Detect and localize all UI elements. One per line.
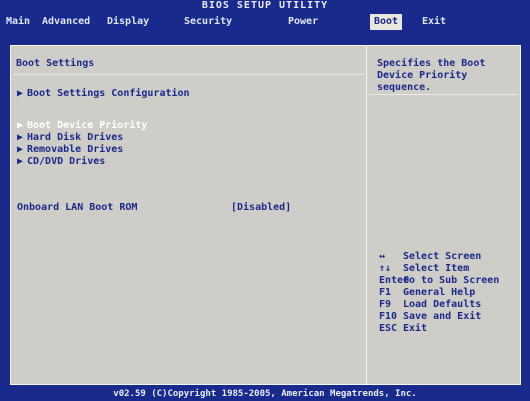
tab-security[interactable]: Security (180, 14, 236, 30)
submenu-arrow-icon: ▶ (17, 88, 24, 99)
help-text: Specifies the Boot Device Priority seque… (377, 58, 486, 93)
tab-advanced[interactable]: Advanced (38, 14, 94, 30)
tab-label: Security (184, 16, 233, 27)
submenu-arrow-icon: ▶ (17, 120, 24, 131)
menu-item-label: Boot Settings Configuration (27, 88, 190, 99)
key-legend-row: F10 Save and Exit (379, 311, 481, 323)
submenu-arrow-icon: ▶ (17, 132, 24, 143)
tab-display[interactable]: Display (103, 14, 153, 30)
key-legend-row: ESC Exit (379, 323, 427, 335)
tab-label: Exit (422, 16, 447, 27)
submenu-arrow-icon: ▶ (17, 156, 24, 167)
key-legend-row: EnterGo to Sub Screen (379, 275, 499, 287)
menu-item-label: Hard Disk Drives (27, 132, 124, 143)
key-f1: F1 (379, 287, 392, 298)
boot-settings-pane: Boot Settings ▶ Boot Settings Configurati… (11, 46, 367, 384)
menu-item-boot-device-priority[interactable]: ▶ Boot Device Priority (17, 120, 147, 131)
menu-item-removable-drives[interactable]: ▶ Removable Drives (17, 144, 123, 155)
onboard-lan-boot-rom-label: Onboard LAN Boot ROM (17, 202, 138, 213)
menu-item-cd-dvd-drives[interactable]: ▶ CD/DVD Drives (17, 156, 105, 167)
key-desc: Select Item (403, 263, 470, 274)
key-desc: Exit (403, 323, 428, 334)
tab-main[interactable]: Main (2, 14, 34, 30)
footer-text: v02.59 (C)Copyright 1985-2005, American … (113, 389, 417, 399)
title-bar: BIOS SETUP UTILITY (0, 0, 530, 12)
help-divider (369, 94, 518, 95)
title-text: BIOS SETUP UTILITY (201, 0, 329, 11)
menu-item-label: CD/DVD Drives (27, 156, 106, 167)
tab-label: Boot (374, 16, 399, 27)
key-legend-row: F9 Load Defaults (379, 299, 481, 311)
key-legend-row: F1 General Help (379, 287, 475, 299)
section-title: Boot Settings (16, 58, 95, 69)
footer-copyright: v02.59 (C)Copyright 1985-2005, American … (0, 388, 530, 401)
key-arrows-ud-icon: ↑↓ (379, 263, 392, 274)
section-divider (13, 74, 365, 75)
key-desc: Load Defaults (403, 299, 482, 310)
onboard-lan-boot-rom-value[interactable]: [Disabled] (231, 202, 291, 213)
bios-panel: Boot Settings ▶ Boot Settings Configurati… (10, 45, 521, 385)
key-desc: General Help (403, 287, 476, 298)
tab-label: Display (107, 16, 150, 27)
key-esc: ESC (379, 323, 398, 334)
menu-item-hard-disk-drives[interactable]: ▶ Hard Disk Drives (17, 132, 123, 143)
help-pane: Specifies the Boot Device Priority seque… (367, 46, 520, 384)
key-desc: Go to Sub Screen (403, 275, 500, 286)
key-desc: Save and Exit (403, 311, 482, 322)
tab-label: Advanced (42, 16, 91, 27)
key-arrows-lr-icon: ↔ (379, 251, 386, 262)
menu-item-boot-settings-configuration[interactable]: ▶ Boot Settings Configuration (17, 88, 190, 99)
key-f9: F9 (379, 299, 392, 310)
key-legend-row: ↑↓ Select Item (379, 263, 469, 275)
key-legend-row: ↔ Select Screen (379, 251, 481, 263)
menu-bar: Main Advanced Display Security Power Boo… (0, 12, 530, 32)
tab-exit[interactable]: Exit (418, 14, 450, 30)
tab-boot[interactable]: Boot (370, 14, 403, 30)
tab-label: Main (6, 16, 31, 27)
tab-power[interactable]: Power (284, 14, 322, 30)
submenu-arrow-icon: ▶ (17, 144, 24, 155)
menu-item-label: Boot Device Priority (27, 120, 148, 131)
menu-item-label: Removable Drives (27, 144, 124, 155)
key-f10: F10 (379, 311, 398, 322)
key-enter: Enter (379, 275, 410, 286)
key-desc: Select Screen (403, 251, 482, 262)
tab-label: Power (288, 16, 319, 27)
